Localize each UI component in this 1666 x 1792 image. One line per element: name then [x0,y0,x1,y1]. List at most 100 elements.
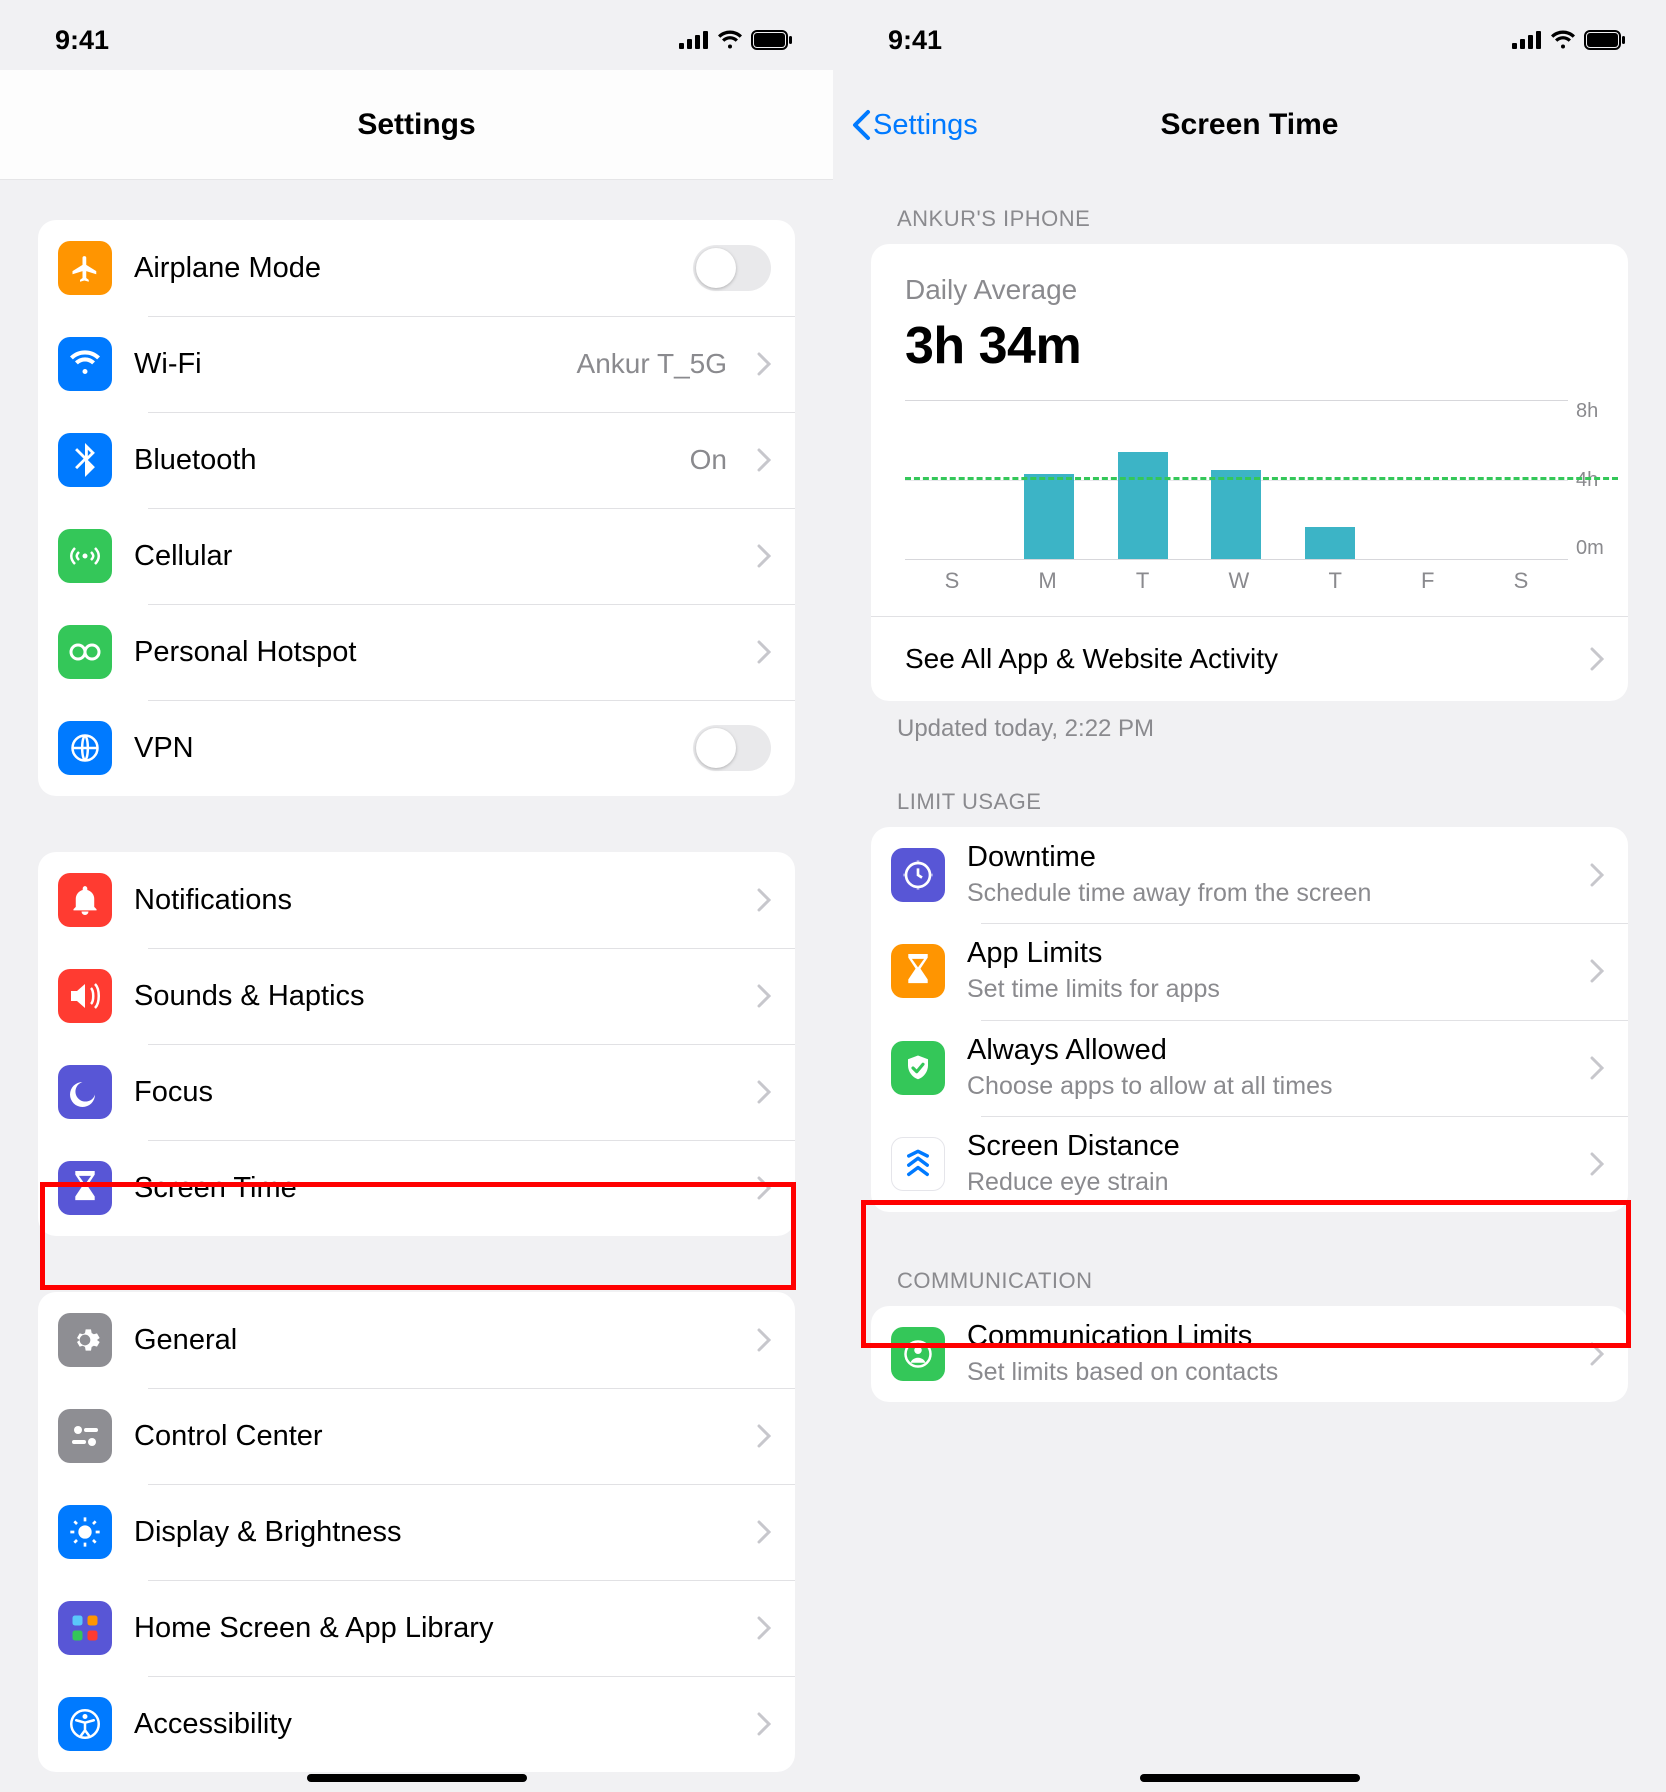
chart-x-label: T [1136,568,1149,594]
hotspot-icon [58,625,112,679]
chart-x-label: T [1328,568,1341,594]
see-all-activity-link[interactable]: See All App & Website Activity [871,616,1628,701]
cellular-settings-icon [58,529,112,583]
chevron-icon [757,888,771,912]
battery-icon [1584,30,1626,50]
row-subtitle: Set time limits for apps [967,974,1568,1005]
chevron-icon [1590,1152,1604,1176]
cellular-icon [1512,31,1542,49]
row-home-screen[interactable]: Home Screen & App Library [38,1580,795,1676]
row-personal-hotspot[interactable]: Personal Hotspot [38,604,795,700]
chevron-icon [757,448,771,472]
row-vpn[interactable]: VPN [38,700,795,796]
row-label: Control Center [134,1420,735,1453]
row-label: Screen Time [134,1172,735,1205]
airplane-toggle[interactable] [693,245,771,291]
row-bluetooth[interactable]: Bluetooth On [38,412,795,508]
row-label: Focus [134,1076,735,1109]
row-focus[interactable]: Focus [38,1044,795,1140]
row-airplane-mode[interactable]: Airplane Mode [38,220,795,316]
see-all-label: See All App & Website Activity [905,643,1278,675]
home-indicator[interactable] [1140,1774,1360,1782]
updated-footer: Updated today, 2:22 PM [871,701,1628,743]
row-subtitle: Set limits based on contacts [967,1357,1568,1388]
device-header: ANKUR'S IPHONE [871,180,1628,244]
row-label: App Limits [967,937,1568,970]
chart-y-label: 4h [1576,469,1620,492]
row-control-center[interactable]: Control Center [38,1388,795,1484]
row-general[interactable]: General [38,1292,795,1388]
downtime-icon [891,848,945,902]
chevron-icon [1590,1342,1604,1366]
row-label: Notifications [134,884,735,917]
status-time: 9:41 [55,25,109,56]
chevron-icon [757,1080,771,1104]
back-button[interactable]: Settings [833,109,978,142]
focus-icon [58,1065,112,1119]
sounds-icon [58,969,112,1023]
daily-average-value: 3h 34m [905,316,1594,376]
wifi-icon [1550,30,1576,50]
chevron-icon [757,984,771,1008]
communication-header: COMMUNICATION [871,1242,1628,1306]
row-notifications[interactable]: Notifications [38,852,795,948]
cellular-icon [679,31,709,49]
status-time: 9:41 [888,25,942,56]
usage-card: Daily Average 3h 34m avg 8h4h0m SMTWTFS … [871,244,1628,701]
chart-bar [1305,527,1355,559]
always-allowed-icon [891,1041,945,1095]
app-limits-icon [891,944,945,998]
chart-x-label: S [945,568,960,594]
control-center-icon [58,1409,112,1463]
row-label: General [134,1324,735,1357]
row-label: Always Allowed [967,1034,1568,1067]
row-label: Wi-Fi [134,348,555,381]
row-label: Communication Limits [967,1320,1568,1353]
chart-bar [1211,470,1261,559]
row-label: Display & Brightness [134,1516,735,1549]
row-cellular[interactable]: Cellular [38,508,795,604]
chevron-icon [757,352,771,376]
row-downtime[interactable]: Downtime Schedule time away from the scr… [871,827,1628,923]
row-label: VPN [134,732,671,765]
settings-group-network: Airplane Mode Wi-Fi Ankur T_5G Bluetooth… [38,220,795,796]
communication-group: Communication Limits Set limits based on… [871,1306,1628,1402]
nav-title: Settings [0,108,833,142]
nav-header: Settings Screen Time [833,70,1666,180]
row-label: Home Screen & App Library [134,1612,735,1645]
limit-usage-group: Downtime Schedule time away from the scr… [871,827,1628,1212]
chart-y-label: 8h [1576,400,1620,423]
wifi-value: Ankur T_5G [577,348,727,380]
row-label: Personal Hotspot [134,636,735,669]
chart-x-labels: SMTWTFS [871,560,1628,616]
settings-group-notifications: Notifications Sounds & Haptics Focus Scr… [38,852,795,1236]
chart-bar [1118,452,1168,559]
chevron-icon [757,640,771,664]
status-bar: 9:41 [833,0,1666,70]
row-sounds-haptics[interactable]: Sounds & Haptics [38,948,795,1044]
row-label: Downtime [967,841,1568,874]
chart-x-label: S [1514,568,1529,594]
row-accessibility[interactable]: Accessibility [38,1676,795,1772]
row-display-brightness[interactable]: Display & Brightness [38,1484,795,1580]
row-app-limits[interactable]: App Limits Set time limits for apps [871,923,1628,1019]
vpn-toggle[interactable] [693,725,771,771]
row-label: Cellular [134,540,735,573]
row-communication-limits[interactable]: Communication Limits Set limits based on… [871,1306,1628,1402]
usage-chart[interactable]: avg 8h4h0m [871,400,1628,560]
chevron-icon [1590,647,1604,671]
status-indicators [679,30,793,50]
chevron-icon [757,1176,771,1200]
row-always-allowed[interactable]: Always Allowed Choose apps to allow at a… [871,1020,1628,1116]
chevron-icon [1590,863,1604,887]
chevron-left-icon [851,109,871,141]
row-wifi[interactable]: Wi-Fi Ankur T_5G [38,316,795,412]
row-screen-time[interactable]: Screen Time [38,1140,795,1236]
chart-x-label: W [1229,568,1250,594]
row-label: Airplane Mode [134,252,671,285]
chevron-icon [757,544,771,568]
airplane-icon [58,241,112,295]
row-screen-distance[interactable]: Screen Distance Reduce eye strain [871,1116,1628,1212]
home-indicator[interactable] [307,1774,527,1782]
chevron-icon [757,1712,771,1736]
